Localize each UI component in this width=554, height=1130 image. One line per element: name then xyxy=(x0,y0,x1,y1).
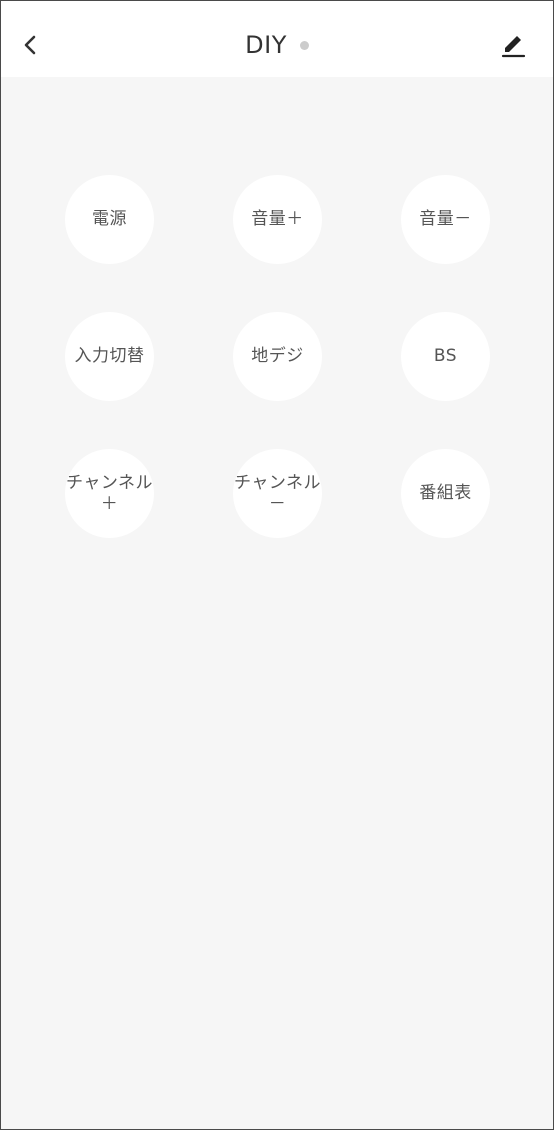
key-label: BS xyxy=(433,346,458,366)
key-label: 地デジ xyxy=(251,346,304,366)
power-key[interactable]: 電源 xyxy=(65,175,154,264)
volume-up-key[interactable]: 音量＋ xyxy=(233,175,322,264)
volume-down-key[interactable]: 音量－ xyxy=(401,175,490,264)
channel-up-key[interactable]: チャンネル ＋ xyxy=(65,449,154,538)
input-switch-key[interactable]: 入力切替 xyxy=(65,312,154,401)
remote-key-grid: 電源 音量＋ 音量－ 入力切替 地デジ BS チャンネル ＋ チャンネル － 番… xyxy=(1,1,553,601)
key-label: チャンネル － xyxy=(234,472,321,514)
key-label: チャンネル ＋ xyxy=(66,472,153,514)
key-label: 音量－ xyxy=(419,209,472,229)
bs-key[interactable]: BS xyxy=(401,312,490,401)
key-label: 音量＋ xyxy=(251,209,304,229)
key-label: 番組表 xyxy=(419,483,472,503)
program-guide-key[interactable]: 番組表 xyxy=(401,449,490,538)
terrestrial-digital-key[interactable]: 地デジ xyxy=(233,312,322,401)
app-screen: DIY 電源 音量＋ 音量－ 入力切替 地デジ BS チャンネル ＋ チャンネル… xyxy=(0,0,554,1130)
key-label: 電源 xyxy=(92,209,127,229)
channel-down-key[interactable]: チャンネル － xyxy=(233,449,322,538)
key-label: 入力切替 xyxy=(74,346,145,366)
